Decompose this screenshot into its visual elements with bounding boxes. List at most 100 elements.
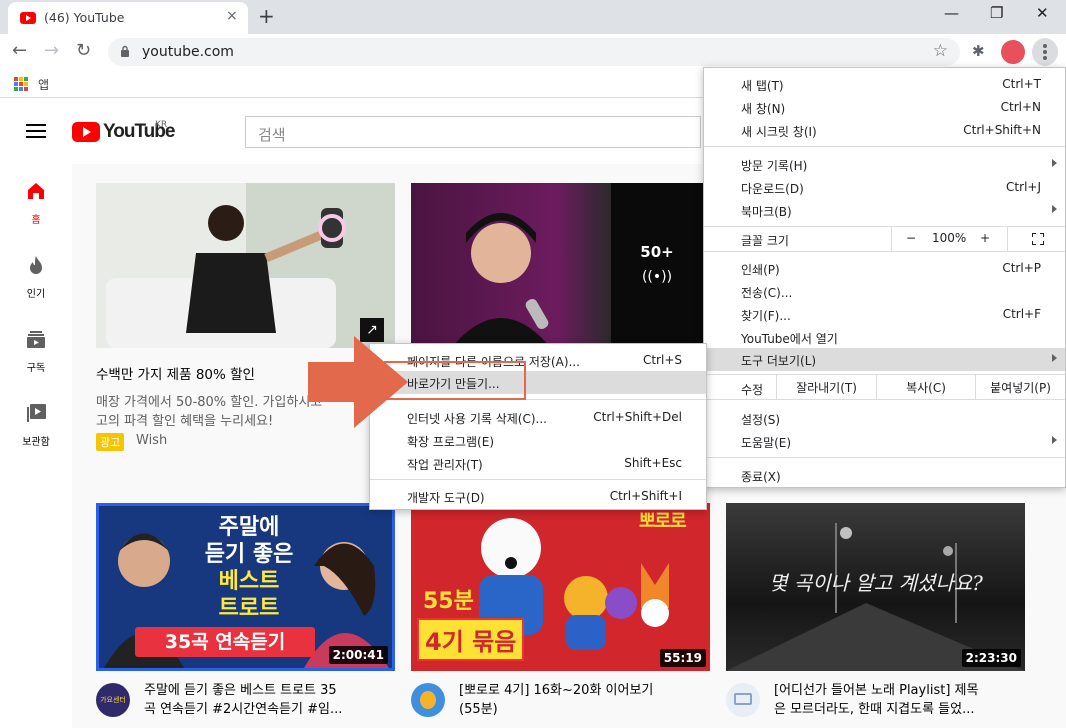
menu-item-label: 확장 프로그램(E): [407, 435, 495, 449]
video-title-line2: 은 모르더라도, 한때 지겹도록 들었...: [774, 702, 975, 717]
channel-avatar[interactable]: [726, 683, 760, 717]
menu-item-shortcut: Ctrl+N: [1000, 100, 1041, 114]
menu-item-bookmarks[interactable]: 북마크(B): [704, 199, 1065, 222]
close-window-icon[interactable]: ✕: [1036, 4, 1049, 22]
menu-item-shortcut: Ctrl+T: [1002, 77, 1041, 91]
hamburger-menu-icon[interactable]: [26, 124, 46, 138]
video-thumbnail-pororo[interactable]: 뽀로로 55분 4기 묶음 55:19: [411, 503, 710, 671]
menu-item-print[interactable]: 인쇄(P) Ctrl+P: [704, 257, 1065, 280]
guide-item-library[interactable]: 보관함: [0, 402, 72, 448]
menu-item-new-tab[interactable]: 새 탭(T) Ctrl+T: [704, 73, 1065, 96]
menu-item-label: YouTube에서 열기: [741, 332, 838, 346]
channel-avatar[interactable]: 가요센터: [96, 683, 130, 717]
duration-badge: 55:19: [659, 649, 706, 667]
tab-close-icon[interactable]: ×: [226, 8, 238, 24]
new-tab-button[interactable]: +: [258, 4, 275, 28]
menu-separator: [704, 457, 1065, 458]
submenu-item-extensions[interactable]: 확장 프로그램(E): [370, 429, 706, 452]
arrow-annotation-icon: [308, 336, 408, 428]
edit-row: 수정 잘라내기(T) 복사(C) 붙여넣기(P): [704, 375, 1065, 399]
channel-avatar[interactable]: [411, 683, 445, 717]
chrome-menu-button[interactable]: [1032, 38, 1058, 66]
submenu-arrow-icon: [1052, 159, 1057, 167]
menu-item-downloads[interactable]: 다운로드(D) Ctrl+J: [704, 176, 1065, 199]
paste-button[interactable]: 붙여넣기(P): [975, 375, 1065, 399]
back-icon[interactable]: ←: [12, 40, 27, 61]
submenu-item-clear-browsing-data[interactable]: 인터넷 사용 기록 삭제(C)... Ctrl+Shift+Del: [370, 406, 706, 429]
address-bar[interactable]: youtube.com ☆: [108, 38, 960, 66]
menu-item-cast[interactable]: 전송(C)...: [704, 280, 1065, 303]
guide-item-home[interactable]: 홈: [0, 180, 72, 226]
minimize-icon[interactable]: —: [944, 4, 959, 22]
ad-advertiser[interactable]: Wish: [136, 433, 167, 448]
zoom-in-button[interactable]: +: [980, 231, 990, 245]
zoom-row: 글꼴 크기 − 100% +: [704, 227, 1065, 251]
menu-item-shortcut: Ctrl+P: [1002, 261, 1041, 275]
menu-item-label: 방문 기록(H): [741, 159, 808, 173]
menu-item-exit[interactable]: 종료(X): [704, 464, 1065, 487]
submenu-item-task-manager[interactable]: 작업 관리자(T) Shift+Esc: [370, 452, 706, 475]
menu-item-history[interactable]: 방문 기록(H): [704, 153, 1065, 176]
duration-badge: 2:23:30: [961, 649, 1021, 667]
menu-item-shortcut: Ctrl+F: [1002, 307, 1041, 321]
cut-label: 잘라내기(T): [796, 381, 857, 395]
live-video-thumbnail[interactable]: 50+ ((•)): [411, 183, 703, 348]
extensions-icon[interactable]: ✱: [972, 42, 985, 60]
live-video-card[interactable]: 50+ ((•)): [411, 183, 703, 353]
menu-item-incognito[interactable]: 새 시크릿 창(I) Ctrl+Shift+N: [704, 119, 1065, 142]
submenu-arrow-icon: [1052, 436, 1057, 444]
menu-item-find[interactable]: 찾기(F)... Ctrl+F: [704, 303, 1065, 326]
reload-icon[interactable]: ↻: [76, 40, 91, 61]
guide-item-trending[interactable]: 인기: [0, 254, 72, 300]
video-title-line1: [어디선가 들어본 노래 Playlist] 제목: [774, 683, 979, 698]
restore-icon[interactable]: ❐: [990, 4, 1003, 22]
search-input[interactable]: 검색: [245, 116, 701, 148]
video-title-line1: [뽀로로 4기] 16화~20화 이어보기: [459, 683, 654, 698]
guide-label-home: 홈: [31, 215, 41, 226]
video-title-trot[interactable]: 주말에 듣기 좋은 베스트 트로트 35 곡 연속듣기 #2시간연속듣기 #임.…: [144, 681, 342, 719]
zoom-label: 글꼴 크기: [741, 234, 789, 248]
menu-item-settings[interactable]: 설정(S): [704, 407, 1065, 430]
ad-thumbnail[interactable]: ↗: [96, 183, 395, 348]
profile-avatar[interactable]: [1001, 40, 1025, 64]
cut-button[interactable]: 잘라내기(T): [776, 375, 876, 399]
video-title-playlist[interactable]: [어디선가 들어본 노래 Playlist] 제목 은 모르더라도, 한때 지겹…: [774, 681, 978, 719]
lock-icon[interactable]: [120, 45, 130, 57]
zoom-out-button[interactable]: −: [906, 231, 916, 245]
menu-separator: [704, 251, 1065, 252]
video-thumbnail-playlist[interactable]: 몇 곡이나 알고 계셨나요? 2:23:30: [726, 503, 1025, 671]
video-card-trot[interactable]: 주말에 듣기 좋은 베스트 트로트 35곡 연속듣기 2:00:41 가요센터 …: [96, 503, 395, 728]
menu-item-label: 다운로드(D): [741, 182, 804, 196]
video-title-line2: 곡 연속듣기 #2시간연속듣기 #임...: [144, 702, 343, 717]
video-card-pororo[interactable]: 뽀로로 55분 4기 묶음 55:19 [뽀로로 4기] 16화~20화 이어보…: [411, 503, 710, 728]
menu-item-shortcut: Ctrl+S: [642, 353, 682, 367]
channel-avatar-art: [420, 691, 436, 709]
bookmark-star-icon[interactable]: ☆: [933, 41, 948, 61]
fullscreen-button[interactable]: [1007, 227, 1066, 251]
menu-item-label: 종료(X): [741, 470, 781, 484]
video-title-pororo[interactable]: [뽀로로 4기] 16화~20화 이어보기 (55분): [459, 681, 653, 719]
trot-thumb-line3: 베스트: [218, 569, 280, 594]
menu-item-label: 개발자 도구(D): [407, 491, 485, 505]
apps-grid-icon[interactable]: [14, 77, 28, 91]
ad-thumbnail-image: [96, 183, 395, 348]
copy-button[interactable]: 복사(C): [876, 375, 975, 399]
live-video-thumbnail-image: [451, 213, 551, 348]
video-thumbnail-trot[interactable]: 주말에 듣기 좋은 베스트 트로트 35곡 연속듣기 2:00:41: [96, 503, 395, 671]
menu-item-more-tools[interactable]: 도구 더보기(L): [704, 348, 1065, 371]
url-text[interactable]: youtube.com: [142, 44, 234, 60]
forward-icon[interactable]: →: [44, 40, 59, 61]
home-icon: [28, 183, 44, 199]
trot-thumb-line2: 듣기 좋은: [204, 542, 294, 567]
menu-item-new-window[interactable]: 새 창(N) Ctrl+N: [704, 96, 1065, 119]
ad-title[interactable]: 수백만 가지 제품 80% 할인: [96, 363, 255, 383]
apps-label[interactable]: 앱: [38, 76, 49, 93]
video-card-playlist[interactable]: 몇 곡이나 알고 계셨나요? 2:23:30 [어디선가 들어본 노래 Play…: [726, 503, 1026, 728]
browser-tab[interactable]: (46) YouTube ×: [8, 2, 248, 34]
menu-item-help[interactable]: 도움말(E): [704, 430, 1065, 453]
menu-separator: [704, 146, 1065, 147]
submenu-item-developer-tools[interactable]: 개발자 도구(D) Ctrl+Shift+I: [370, 485, 706, 508]
guide-item-subscriptions[interactable]: 구독: [0, 328, 72, 374]
menu-item-open-in-youtube[interactable]: YouTube에서 열기: [704, 326, 1065, 349]
fullscreen-icon: [1032, 233, 1044, 245]
